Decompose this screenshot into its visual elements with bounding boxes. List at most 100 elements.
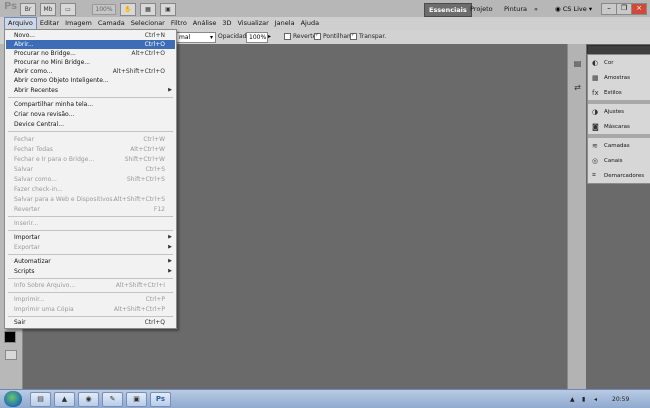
channels-icon: ◎ (592, 156, 599, 165)
minimize-button[interactable]: – (601, 3, 617, 15)
cs-live-button[interactable]: ◉ CS Live ▾ (555, 5, 592, 13)
menu-item-info-arquivo[interactable]: Info Sobre Arquivo... Alt+Shift+Ctrl+I (6, 281, 175, 290)
taskbar-photoshop-icon[interactable]: Ps (150, 392, 171, 407)
chevron-down-icon: ▾ (588, 5, 593, 13)
panel-item-ajustes[interactable]: ◑ Ajustes (588, 104, 650, 119)
menu-item-abrir-como[interactable]: Abrir como... Alt+Shift+Ctrl+O (6, 67, 175, 76)
tray-volume-icon[interactable]: ◂ (594, 396, 597, 403)
menu-item-imprimir[interactable]: Imprimir... Ctrl+P (6, 295, 175, 304)
masks-icon: ◙ (592, 122, 599, 131)
taskbar-app-icon[interactable]: ✎ (102, 392, 123, 407)
dither-option[interactable]: Pontilham. (314, 33, 355, 40)
menu-analise[interactable]: Análise (190, 18, 220, 29)
menu-item-device-central[interactable]: Device Central... (6, 120, 175, 129)
zoom-level-dropdown[interactable]: 100% (92, 4, 116, 15)
panel-item-label: Canais (604, 157, 623, 164)
taskbar-media-icon[interactable]: ▲ (54, 392, 75, 407)
mode-select[interactable]: mal ▾ (176, 32, 216, 43)
cs-live-icon: ◉ (555, 5, 561, 13)
panel-item-amostras[interactable]: ▦ Amostras (588, 70, 650, 85)
restore-button[interactable]: ❐ (616, 3, 632, 15)
opacity-input[interactable]: 100% (246, 32, 268, 43)
dither-checkbox[interactable] (314, 33, 321, 40)
panel-dock: ◐ Cor ▦ Amostras fx Estilos ◑ Ajustes ◙ Másca… (586, 44, 650, 389)
tray-network-icon[interactable]: ▮ (582, 396, 585, 403)
menu-3d[interactable]: 3D (219, 18, 234, 29)
mini-bridge-icon[interactable]: Mb (40, 3, 56, 16)
start-button[interactable] (4, 391, 22, 407)
styles-icon: fx (592, 88, 599, 97)
bridge-icon[interactable]: Br (20, 3, 36, 16)
menu-item-reverter[interactable]: Reverter F12 (6, 205, 175, 214)
menu-separator (8, 216, 173, 217)
menu-filtro[interactable]: Filtro (168, 18, 190, 29)
panel-item-estilos[interactable]: fx Estilos (588, 85, 650, 100)
menu-item-imprimir-copia[interactable]: Imprimir uma Cópia Alt+Shift+Ctrl+P (6, 305, 175, 314)
panel-item-canais[interactable]: ◎ Canais (588, 153, 650, 168)
menu-item-novo[interactable]: Novo... Ctrl+N (6, 31, 175, 40)
menu-editar[interactable]: Editar (37, 18, 62, 29)
menu-item-scripts[interactable]: Scripts ▶ (6, 267, 175, 276)
menu-item-sair[interactable]: Sair Ctrl+Q (6, 318, 175, 327)
menu-item-inserir[interactable]: Inserir... (6, 219, 175, 228)
transparency-checkbox[interactable] (350, 33, 357, 40)
reverse-checkbox[interactable] (284, 33, 291, 40)
panel-item-label: Cor (604, 59, 614, 66)
chevron-down-icon: ▾ (209, 34, 213, 41)
workspace-pintura-button[interactable]: Pintura (500, 3, 531, 15)
menu-item-procurar-mini-bridge[interactable]: Procurar no Mini Bridge... (6, 58, 175, 67)
menu-visualizar[interactable]: Visualizar (234, 18, 271, 29)
taskbar-explorer-icon[interactable]: ▤ (30, 392, 51, 407)
extras-icon[interactable]: ▭ (60, 3, 76, 16)
menu-item-compartilhar-tela[interactable]: Compartilhar minha tela... (6, 100, 175, 109)
menu-item-fechar[interactable]: Fechar Ctrl+W (6, 135, 175, 144)
tray-arrow-icon[interactable]: ▲ (570, 396, 575, 403)
menu-janela[interactable]: Janela (272, 18, 298, 29)
menu-item-importar[interactable]: Importar ▶ (6, 233, 175, 242)
taskbar-firefox-icon[interactable]: ◉ (78, 392, 99, 407)
menu-item-salvar-web[interactable]: Salvar para a Web e Dispositivos... Alt+S… (6, 195, 175, 204)
clock[interactable]: 20:59 (612, 396, 629, 403)
menu-separator (8, 254, 173, 255)
panel-item-camadas[interactable]: ≋ Camadas (588, 138, 650, 153)
foreground-color-swatch[interactable] (4, 331, 16, 343)
history-icon[interactable]: ▤ (572, 58, 583, 69)
panel-item-label: Demarcadores (604, 172, 645, 179)
workspace-more-icon[interactable]: » (530, 3, 542, 15)
menu-imagem[interactable]: Imagem (62, 18, 95, 29)
menu-item-abrir-recentes[interactable]: Abrir Recentes ▶ (6, 86, 175, 95)
menu-selecionar[interactable]: Selecionar (128, 18, 168, 29)
opacity-slider-icon[interactable]: ▸ (268, 33, 271, 40)
arrange-documents-icon[interactable]: ▦ (140, 3, 156, 16)
panel-item-demarcadores[interactable]: ⌗ Demarcadores (588, 168, 650, 183)
menu-item-exportar[interactable]: Exportar ▶ (6, 243, 175, 252)
menu-separator (8, 278, 173, 279)
menu-item-fechar-bridge[interactable]: Fechar e Ir para o Bridge... Shift+Ctrl+W (6, 155, 175, 164)
panel-item-mascaras[interactable]: ◙ Máscaras (588, 119, 650, 134)
menu-item-criar-revisao[interactable]: Criar nova revisão... (6, 110, 175, 119)
menu-item-salvar[interactable]: Salvar Ctrl+S (6, 165, 175, 174)
taskbar-window-icon[interactable]: ▣ (126, 392, 147, 407)
hand-tool-icon[interactable]: ✋ (120, 3, 136, 16)
menu-item-check-in[interactable]: Fazer check-in... (6, 185, 175, 194)
menu-ajuda[interactable]: Ajuda (298, 18, 322, 29)
menu-item-automatizar[interactable]: Automatizar ▶ (6, 257, 175, 266)
menu-item-procurar-bridge[interactable]: Procurar no Bridge... Alt+Ctrl+O (6, 49, 175, 58)
workspace-projeto-button[interactable]: Projeto (466, 3, 497, 15)
menu-item-abrir[interactable]: Abrir... Ctrl+O (6, 40, 175, 49)
close-button[interactable]: × (631, 3, 647, 15)
menu-separator (8, 316, 173, 317)
mode-value: mal (179, 34, 191, 41)
panel-item-cor[interactable]: ◐ Cor (588, 55, 650, 70)
properties-icon[interactable]: ⇄ (572, 82, 583, 93)
quick-mask-icon[interactable] (5, 350, 17, 360)
menu-item-salvar-como[interactable]: Salvar como... Shift+Ctrl+S (6, 175, 175, 184)
panel-item-label: Máscaras (604, 123, 630, 130)
menu-camada[interactable]: Camada (95, 18, 128, 29)
transparency-option[interactable]: Transpar. (350, 33, 386, 40)
workspace-essenciais-button[interactable]: Essenciais (424, 3, 472, 17)
screen-mode-icon[interactable]: ▣ (160, 3, 176, 16)
menu-item-abrir-objeto-inteligente[interactable]: Abrir como Objeto Inteligente... (6, 76, 175, 85)
adjustments-icon: ◑ (592, 107, 599, 116)
menu-item-fechar-todas[interactable]: Fechar Todas Alt+Ctrl+W (6, 145, 175, 154)
